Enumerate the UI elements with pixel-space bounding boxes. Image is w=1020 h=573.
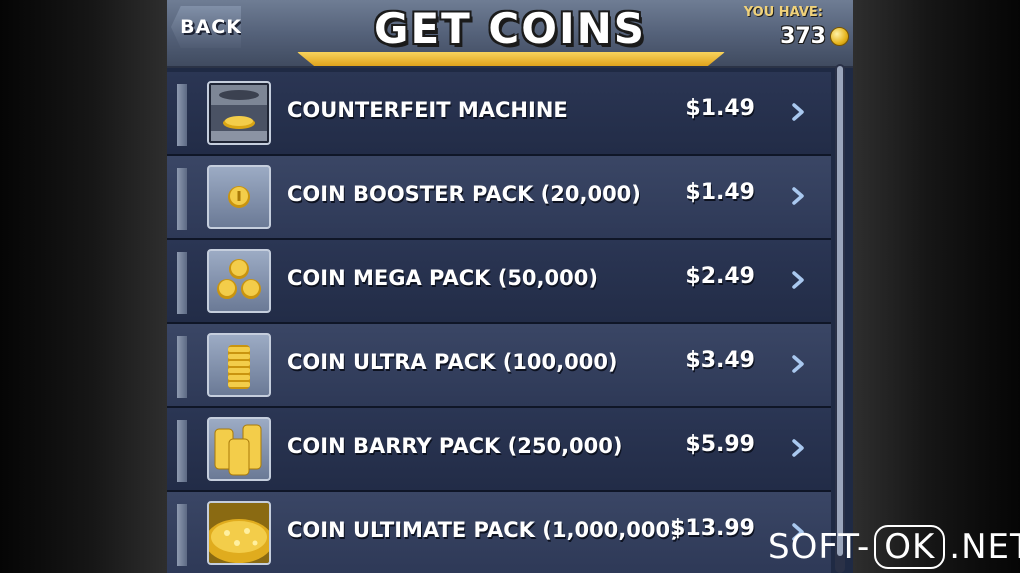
row-notch: [177, 252, 187, 314]
chevron-right-icon: [789, 186, 807, 206]
row-notch: [177, 504, 187, 566]
item-label: COIN BARRY PACK (250,000): [287, 434, 623, 458]
watermark-boxed: OK: [874, 525, 946, 569]
item-label: COIN ULTRA PACK (100,000): [287, 350, 618, 374]
get-coins-screen: BACK GET COINS YOU HAVE: 373 COUNTERFEIT…: [167, 0, 853, 573]
right-letterbox: [853, 0, 1020, 573]
list-item-coin-mega-pack[interactable]: COIN MEGA PACK (50,000) $2.49: [167, 240, 831, 324]
watermark-right: .NET: [949, 527, 1020, 567]
balance-label: YOU HAVE:: [743, 5, 823, 20]
balance-display: 373: [780, 24, 849, 49]
item-price: $5.99: [685, 432, 755, 457]
chevron-right-icon: [789, 270, 807, 290]
three-coins-icon: [207, 249, 271, 313]
item-price: $1.49: [685, 180, 755, 205]
scrollbar-thumb[interactable]: [837, 66, 843, 556]
coin-stack-icon: [207, 333, 271, 397]
coin-icon: [830, 27, 849, 46]
list-item-coin-ultra-pack[interactable]: COIN ULTRA PACK (100,000) $3.49: [167, 324, 831, 408]
single-coin-icon: [207, 165, 271, 229]
item-price: $13.99: [670, 516, 755, 541]
item-label: COUNTERFEIT MACHINE: [287, 98, 568, 122]
item-label: COIN MEGA PACK (50,000): [287, 266, 598, 290]
header-gold-strip: [297, 52, 725, 66]
row-notch: [177, 84, 187, 146]
row-notch: [177, 168, 187, 230]
left-letterbox: [0, 0, 167, 573]
chevron-right-icon: [789, 102, 807, 122]
coin-stacks-icon: [207, 417, 271, 481]
list-item-coin-ultimate-pack[interactable]: COIN ULTIMATE PACK (1,000,000) $13.99: [167, 492, 831, 573]
counterfeit-machine-icon: [207, 81, 271, 145]
watermark-left: SOFT-: [768, 527, 871, 567]
chevron-right-icon: [789, 438, 807, 458]
list-item-counterfeit-machine[interactable]: COUNTERFEIT MACHINE $1.49: [167, 72, 831, 156]
item-label: COIN ULTIMATE PACK (1,000,000): [287, 518, 680, 542]
list-item-coin-booster-pack[interactable]: COIN BOOSTER PACK (20,000) $1.49: [167, 156, 831, 240]
coin-pack-list: COUNTERFEIT MACHINE $1.49 COIN BOOSTER P…: [167, 72, 831, 573]
watermark: SOFT- OK .NET: [768, 524, 1020, 570]
coin-pile-icon: [207, 501, 271, 565]
item-price: $2.49: [685, 264, 755, 289]
list-item-coin-barry-pack[interactable]: COIN BARRY PACK (250,000) $5.99: [167, 408, 831, 492]
balance-value: 373: [780, 24, 826, 49]
chevron-right-icon: [789, 354, 807, 374]
item-price: $3.49: [685, 348, 755, 373]
row-notch: [177, 420, 187, 482]
item-price: $1.49: [685, 96, 755, 121]
item-label: COIN BOOSTER PACK (20,000): [287, 182, 641, 206]
row-notch: [177, 336, 187, 398]
header-bar: BACK GET COINS YOU HAVE: 373: [167, 0, 853, 68]
